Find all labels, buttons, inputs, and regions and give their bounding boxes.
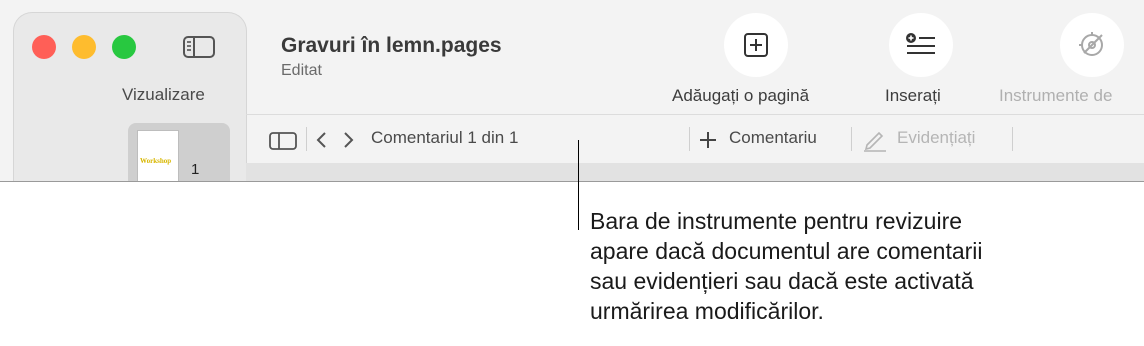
previous-comment-icon[interactable]: [314, 130, 330, 155]
insert-button[interactable]: [889, 13, 953, 77]
callout-line: [578, 140, 579, 230]
next-comment-icon[interactable]: [340, 130, 356, 155]
review-separator: [689, 127, 690, 151]
pages-window: Vizualizare Workshop 1 Gravuri în lemn.p…: [0, 0, 1144, 182]
add-page-icon: [744, 33, 768, 57]
fullscreen-window-button[interactable]: [112, 35, 136, 59]
view-menu-label[interactable]: Vizualizare: [122, 85, 205, 105]
minimize-window-button[interactable]: [72, 35, 96, 59]
review-separator: [851, 127, 852, 151]
insert-label[interactable]: Inserați: [885, 86, 941, 106]
callout-line-1: Bara de instrumente pentru revizuire: [590, 208, 963, 234]
plus-icon[interactable]: [698, 130, 718, 155]
callout-text: Bara de instrumente pentru revizuire apa…: [590, 206, 1130, 326]
add-page-button[interactable]: [724, 13, 788, 77]
review-separator: [306, 127, 307, 151]
add-comment-button[interactable]: Comentariu: [729, 128, 817, 148]
highlight-button[interactable]: Evidențiați: [897, 128, 975, 148]
page-thumbnail-selected[interactable]: Workshop 1: [128, 123, 230, 181]
page-number: 1: [191, 161, 200, 178]
review-sidebar-icon[interactable]: [268, 130, 298, 157]
tools-label[interactable]: Instrumente de: [999, 86, 1112, 106]
toolbar-divider: [246, 114, 1144, 115]
document-title[interactable]: Gravuri în lemn.pages: [281, 34, 502, 58]
close-window-button[interactable]: [32, 35, 56, 59]
highlight-pen-icon[interactable]: [862, 128, 888, 157]
tools-icon: [1079, 32, 1103, 56]
thumbnail-title: Workshop: [140, 157, 172, 165]
tools-button[interactable]: [1060, 13, 1124, 77]
document-canvas: [246, 163, 1144, 181]
callout-line-2: apare dacă documentul are comentarii: [590, 238, 983, 264]
sidebar: Vizualizare Workshop 1: [14, 13, 246, 181]
document-status: Editat: [281, 62, 322, 79]
insert-icon: [906, 33, 935, 54]
review-separator: [1012, 127, 1013, 151]
sidebar-toggle-icon[interactable]: [182, 33, 216, 61]
add-page-label[interactable]: Adăugați o pagină: [672, 86, 809, 106]
callout-line-4: urmărirea modificărilor.: [590, 298, 824, 324]
page-thumbnail[interactable]: Workshop: [138, 131, 178, 181]
comment-counter: Comentariul 1 din 1: [371, 128, 519, 147]
callout-line-3: sau evidențieri sau dacă este activată: [590, 268, 974, 294]
